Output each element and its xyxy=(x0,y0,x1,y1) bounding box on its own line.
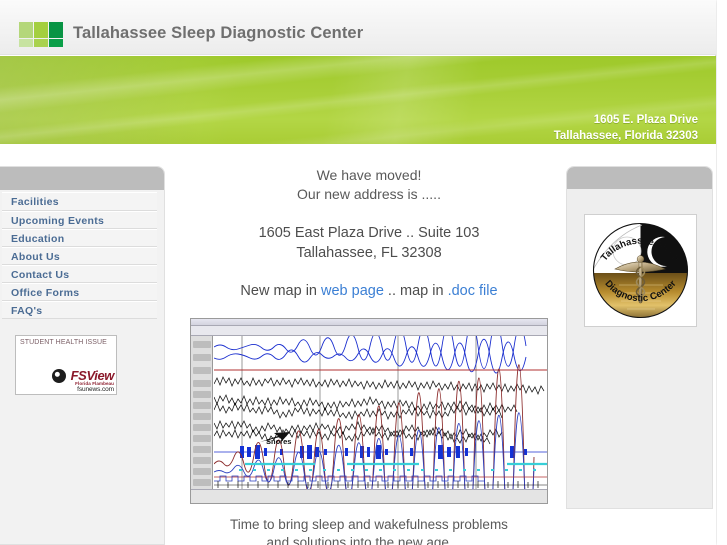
sidebar-item-faqs[interactable]: FAQ's xyxy=(2,301,157,319)
sidebar-item-contact-us[interactable]: Contact Us xyxy=(2,265,157,283)
psg-status-bar xyxy=(191,489,547,503)
right-sidebar-panel: Tallahassee Sleep Diagnostic Center xyxy=(566,166,713,509)
sidebar-item-facilities[interactable]: Facilities xyxy=(2,193,157,211)
psg-menu-bar xyxy=(191,319,547,326)
left-sidebar-panel: Facilities Upcoming Events Education Abo… xyxy=(0,166,165,545)
moved-line-1: We have moved! xyxy=(316,167,422,183)
psg-waveform-plot: Snores xyxy=(213,322,547,503)
tagline-line-1: Time to bring sleep and wakefulness prob… xyxy=(230,517,508,532)
page-right-gutter xyxy=(717,0,727,545)
moved-line-2: Our new address is ..... xyxy=(297,186,441,202)
new-address-block: 1605 East Plaza Drive .. Suite 103 Talla… xyxy=(181,223,557,263)
site-titlebar: Tallahassee Sleep Diagnostic Center xyxy=(0,0,716,55)
sidebar-item-upcoming-events[interactable]: Upcoming Events xyxy=(2,211,157,229)
contact-info-block: 1605 E. Plaza Drive Tallahassee, Florida… xyxy=(554,113,698,144)
map-middle-text: .. map in xyxy=(383,283,448,299)
logo-cell-6 xyxy=(49,39,63,47)
fsview-ad-banner[interactable]: STUDENT HEALTH ISSUE FSView Florida Flam… xyxy=(15,335,117,395)
banner-address-line1: 1605 E. Plaza Drive xyxy=(593,114,698,126)
right-panel-cap xyxy=(567,167,712,189)
page-root: Tallahassee Sleep Diagnostic Center 1605… xyxy=(0,0,727,545)
new-address-line2: Tallahassee, FL 32308 xyxy=(296,245,442,261)
moved-heading: We have moved! Our new address is ..... xyxy=(181,166,557,204)
psg-event-bars xyxy=(239,462,547,471)
map-doc-file-link[interactable]: .doc file xyxy=(448,283,498,299)
site-logo-icon xyxy=(19,22,63,48)
left-panel-cap xyxy=(0,167,164,190)
sidebar-item-about-us[interactable]: About Us xyxy=(2,247,157,265)
sidebar-item-office-forms[interactable]: Office Forms xyxy=(2,283,157,301)
map-web-page-link[interactable]: web page xyxy=(321,283,384,299)
psg-tool-bar xyxy=(191,326,547,336)
clinic-seal-icon: Tallahassee Sleep Diagnostic Center xyxy=(592,222,689,319)
page-frame: Tallahassee Sleep Diagnostic Center 1605… xyxy=(0,0,716,545)
logo-cell-5 xyxy=(34,39,48,47)
map-prefix-text: New map in xyxy=(240,283,322,299)
map-links-line: New map in web page .. map in .doc file xyxy=(181,283,557,299)
sidebar-nav: Facilities Upcoming Events Education Abo… xyxy=(2,192,157,319)
fsview-logo: FSView Florida Flambeau fsunews.com xyxy=(50,369,114,393)
tagline-line-2: and solutions into the new age ..... xyxy=(266,535,472,545)
logo-cell-2 xyxy=(34,22,48,38)
clinic-seal-logo: Tallahassee Sleep Diagnostic Center xyxy=(584,214,697,327)
ad-headline: STUDENT HEALTH ISSUE xyxy=(20,339,107,346)
fsview-eye-icon xyxy=(52,369,66,383)
sidebar-item-education[interactable]: Education xyxy=(2,229,157,247)
psg-label-stack-icon xyxy=(193,341,211,486)
content-area: Facilities Upcoming Events Education Abo… xyxy=(0,144,716,545)
logo-cell-3 xyxy=(49,22,63,38)
hero-banner: 1605 E. Plaza Drive Tallahassee, Florida… xyxy=(0,56,716,144)
logo-cell-4 xyxy=(19,39,33,47)
psg-channel-labels xyxy=(191,336,213,489)
main-column: We have moved! Our new address is ..... … xyxy=(181,166,557,545)
ad-url: fsunews.com xyxy=(77,385,114,393)
site-title: Tallahassee Sleep Diagnostic Center xyxy=(73,24,364,42)
polysomnography-screenshot: Snores xyxy=(190,318,548,504)
new-address-line1: 1605 East Plaza Drive .. Suite 103 xyxy=(258,225,480,241)
psg-snore-annotation: Snores xyxy=(266,437,292,446)
tagline-block: Time to bring sleep and wakefulness prob… xyxy=(181,516,557,545)
left-panel-body: Facilities Upcoming Events Education Abo… xyxy=(0,190,164,544)
banner-address-line2: Tallahassee, Florida 32303 xyxy=(553,129,698,142)
logo-cell-1 xyxy=(19,22,33,38)
